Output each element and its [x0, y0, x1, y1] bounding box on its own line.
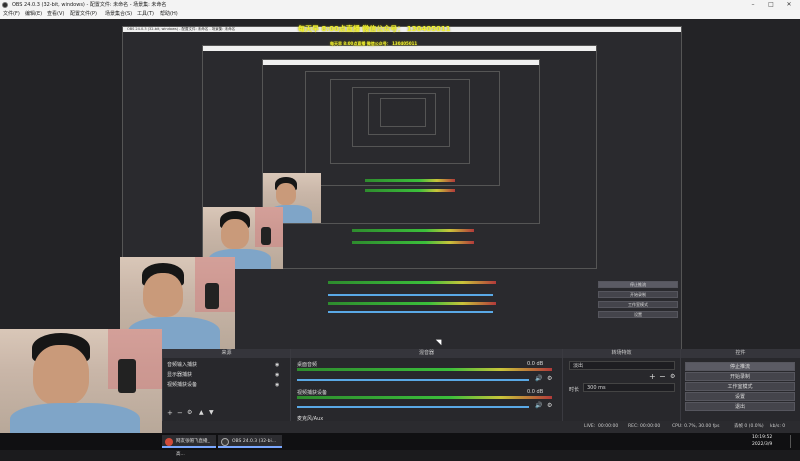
- show-desktop-button[interactable]: [790, 435, 796, 448]
- remove-icon[interactable]: −: [659, 372, 666, 381]
- taskbar-item-obs[interactable]: OBS 24.0.3 (32-bi...: [218, 435, 282, 448]
- browser-icon: [165, 438, 173, 446]
- preview-canvas[interactable]: 每天早 8:00点直播 微信公众号： 130405011 OBS 24.0.3 …: [0, 19, 800, 349]
- eye-icon[interactable]: ◉: [275, 382, 279, 388]
- transition-select[interactable]: 淡出: [569, 361, 675, 370]
- taskbar: 网友张帽飞直播_高... OBS 24.0.3 (32-bi... 10:19:…: [0, 433, 800, 457]
- taskbar-clock-date[interactable]: 2022/3/9: [752, 442, 772, 447]
- nested-meter-2: [328, 302, 496, 305]
- volume-slider[interactable]: [297, 379, 529, 381]
- rec-label: REC:: [628, 424, 639, 429]
- eye-icon[interactable]: ◉: [275, 372, 279, 378]
- taskbar-clock-time[interactable]: 10:19:52: [752, 435, 772, 440]
- nested-studio-mode-button: 工作室模式: [598, 301, 678, 308]
- source-item[interactable]: 视频捕获设备: [167, 381, 197, 388]
- mixer-channel-name: 桌面音频: [297, 362, 318, 368]
- window-title: OBS 24.0.3 (32-bit, windows) - 配置文件: 未命名…: [12, 2, 167, 8]
- sources-header: 来源: [163, 349, 290, 358]
- source-item[interactable]: 显示器捕获: [167, 371, 192, 378]
- start-record-button[interactable]: 开始录制: [685, 372, 795, 381]
- maximize-icon[interactable]: □: [762, 0, 780, 10]
- add-icon[interactable]: +: [649, 372, 656, 381]
- minimize-icon[interactable]: –: [744, 0, 762, 10]
- nested-volume-slider-2: [328, 311, 493, 313]
- audio-meter: [297, 368, 552, 371]
- overlay-echo-2: 每天早 8:00点直播 微信公众号： 130405011: [330, 41, 418, 46]
- nested-obs-window-8: [380, 98, 426, 127]
- duration-label: 时长: [569, 387, 580, 393]
- mixer-channel-db: 0.0 dB: [527, 361, 544, 367]
- nested-settings-button: 设置: [598, 311, 678, 318]
- remove-icon[interactable]: −: [177, 409, 183, 417]
- nested-meter-4: [352, 241, 474, 244]
- stop-stream-button[interactable]: 停止推流: [685, 362, 795, 371]
- add-icon[interactable]: +: [167, 409, 173, 417]
- nested-window-title: OBS 24.0.3 (32-bit, windows) - 配置文件: 未命名…: [127, 27, 236, 31]
- gear-icon[interactable]: ⚙: [547, 375, 552, 382]
- nested-volume-slider: [328, 294, 493, 296]
- nested-meter: [328, 281, 496, 284]
- mixer-header: 混音器: [291, 349, 562, 358]
- gear-icon[interactable]: ⚙: [187, 409, 192, 416]
- nested-stop-stream-button: 停止推流: [598, 281, 678, 288]
- obs-icon: [221, 438, 229, 446]
- webcam-main: [0, 329, 162, 433]
- audio-meter: [297, 396, 552, 399]
- close-icon[interactable]: ✕: [780, 0, 798, 10]
- nested-meter-5: [365, 179, 455, 182]
- menu-tools[interactable]: 工具(T): [137, 10, 154, 19]
- menu-edit[interactable]: 编辑(E): [25, 10, 42, 19]
- source-item[interactable]: 音频输入捕获: [167, 361, 197, 368]
- nested-meter-3: [352, 229, 474, 232]
- nested-meter-6: [365, 189, 455, 192]
- bitrate: kb/s: 0: [770, 424, 786, 429]
- studio-mode-button[interactable]: 工作室模式: [685, 382, 795, 391]
- cpu-status: CPU: 0.7%, 30.00 fps: [672, 424, 720, 429]
- title-bar: OBS 24.0.3 (32-bit, windows) - 配置文件: 未命名…: [0, 0, 800, 10]
- up-icon[interactable]: ▲: [199, 409, 204, 416]
- speaker-icon[interactable]: 🔊: [535, 402, 542, 409]
- overlay-echo-1: 每天早 8:00点直播 微信公众号： 130405011: [298, 25, 451, 33]
- rec-time: 00:00:00: [640, 424, 661, 429]
- live-label: LIVE:: [584, 424, 596, 429]
- taskbar-item-label: 网友张帽飞直播_高...: [176, 439, 210, 457]
- obs-logo-icon: [2, 2, 8, 8]
- duration-input[interactable]: 300 ms: [583, 383, 675, 392]
- controls-header: 控件: [681, 349, 800, 358]
- menu-file[interactable]: 文件(F): [3, 10, 20, 19]
- mixer-channel-name: 视频捕获设备: [297, 390, 328, 396]
- menu-scene-collection[interactable]: 场景集合(S): [105, 10, 132, 19]
- down-icon[interactable]: ▼: [209, 409, 214, 416]
- settings-button[interactable]: 设置: [685, 392, 795, 401]
- taskbar-item-browser[interactable]: 网友张帽飞直播_高...: [162, 435, 216, 457]
- volume-slider[interactable]: [297, 406, 529, 408]
- eye-icon[interactable]: ◉: [275, 362, 279, 368]
- live-time: 00:00:00: [598, 424, 619, 429]
- dropped-frames: 丢帧 0 (0.0%): [734, 424, 764, 429]
- transitions-header: 转场特效: [563, 349, 680, 358]
- menu-view[interactable]: 查看(V): [47, 10, 64, 19]
- mixer-channel-db: 0.0 dB: [527, 389, 544, 395]
- speaker-icon[interactable]: 🔊: [535, 375, 542, 382]
- menu-bar: 文件(F) 编辑(E) 查看(V) 配置文件(P) 场景集合(S) 工具(T) …: [0, 10, 800, 19]
- exit-button[interactable]: 退出: [685, 402, 795, 411]
- menu-profile[interactable]: 配置文件(P): [70, 10, 97, 19]
- gear-icon[interactable]: ⚙: [670, 373, 675, 380]
- menu-help[interactable]: 帮助(H): [160, 10, 178, 19]
- nested-start-record-button: 开始录制: [598, 291, 678, 298]
- taskbar-item-label: OBS 24.0.3 (32-bi...: [232, 439, 277, 444]
- gear-icon[interactable]: ⚙: [547, 402, 552, 409]
